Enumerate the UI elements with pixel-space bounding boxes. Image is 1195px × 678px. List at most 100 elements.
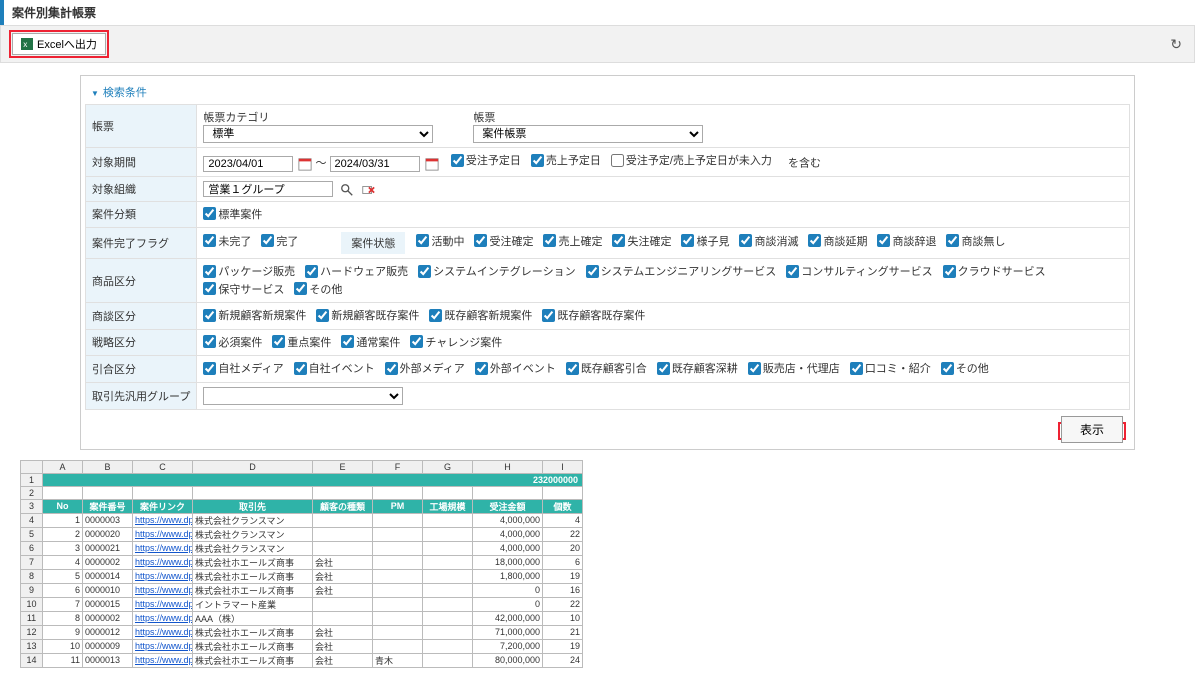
type-checkbox-input[interactable] [203, 207, 216, 220]
inquiry-checkbox-input[interactable] [941, 362, 954, 375]
total-cell[interactable]: 232000000 [43, 473, 583, 486]
negotiation-checkbox[interactable]: 新規顧客新規案件 [203, 307, 306, 323]
grid-cell[interactable]: 0000015 [83, 597, 133, 611]
inquiry-checkbox[interactable]: 自社イベント [294, 360, 375, 376]
inquiry-checkbox-input[interactable] [475, 362, 488, 375]
status-checkbox[interactable]: 商談無し [946, 233, 1005, 249]
grid-cell[interactable]: 4,000,000 [473, 527, 543, 541]
grid-cell[interactable]: 8 [43, 611, 83, 625]
case-link[interactable]: https://www.dp [135, 543, 193, 553]
grid-header-cell[interactable]: PM [373, 499, 423, 513]
inquiry-checkbox-input[interactable] [294, 362, 307, 375]
row-header[interactable]: 14 [21, 653, 43, 667]
grid-header-cell[interactable]: 顧客の種類 [313, 499, 373, 513]
grid-cell[interactable]: https://www.dp [133, 569, 193, 583]
col-header[interactable]: G [423, 460, 473, 473]
status-checkbox-input[interactable] [681, 234, 694, 247]
row-header[interactable]: 3 [21, 499, 43, 513]
strategy-checkbox-input[interactable] [341, 335, 354, 348]
row-header[interactable]: 9 [21, 583, 43, 597]
grid-cell[interactable] [543, 486, 583, 499]
product-checkbox-input[interactable] [418, 265, 431, 278]
grid-cell[interactable]: https://www.dp [133, 653, 193, 667]
negotiation-checkbox-input[interactable] [316, 309, 329, 322]
grid-cell[interactable] [373, 597, 423, 611]
calendar-icon[interactable] [298, 157, 312, 171]
product-checkbox[interactable]: システムエンジニアリングサービス [586, 263, 777, 279]
col-header[interactable]: C [133, 460, 193, 473]
grid-cell[interactable] [423, 639, 473, 653]
grid-cell[interactable]: 会社 [313, 653, 373, 667]
grid-cell[interactable] [373, 583, 423, 597]
status-checkbox-input[interactable] [946, 234, 959, 247]
col-header[interactable]: E [313, 460, 373, 473]
row-header[interactable]: 8 [21, 569, 43, 583]
grid-cell[interactable]: 6 [543, 555, 583, 569]
grid-cell[interactable] [373, 527, 423, 541]
period-checkbox[interactable]: 受注予定/売上予定日が未入力 [611, 152, 772, 168]
status-checkbox-input[interactable] [808, 234, 821, 247]
row-header[interactable]: 6 [21, 541, 43, 555]
grid-cell[interactable]: 3 [43, 541, 83, 555]
excel-export-button[interactable]: x Excelへ出力 [12, 33, 106, 55]
grid-cell[interactable]: 4,000,000 [473, 541, 543, 555]
strategy-checkbox[interactable]: 必須案件 [203, 334, 262, 350]
period-checkbox[interactable]: 売上予定日 [531, 152, 601, 168]
case-link[interactable]: https://www.dp [135, 515, 193, 525]
grid-cell[interactable] [83, 486, 133, 499]
grid-cell[interactable]: 0000013 [83, 653, 133, 667]
product-checkbox-input[interactable] [203, 282, 216, 295]
grid-cell[interactable]: https://www.dp [133, 611, 193, 625]
inquiry-checkbox-input[interactable] [203, 362, 216, 375]
product-checkbox[interactable]: コンサルティングサービス [786, 263, 932, 279]
grid-cell[interactable] [373, 569, 423, 583]
inquiry-checkbox[interactable]: その他 [941, 360, 989, 376]
grid-cell[interactable] [373, 541, 423, 555]
row-header[interactable]: 11 [21, 611, 43, 625]
product-checkbox-input[interactable] [203, 265, 216, 278]
grid-cell[interactable] [313, 486, 373, 499]
grid-cell[interactable] [423, 611, 473, 625]
negotiation-checkbox[interactable]: 既存顧客新規案件 [429, 307, 532, 323]
status-checkbox[interactable]: 活動中 [416, 233, 464, 249]
inquiry-checkbox[interactable]: 自社メディア [203, 360, 283, 376]
grid-cell[interactable]: 1 [43, 513, 83, 527]
grid-cell[interactable]: 4 [543, 513, 583, 527]
grid-cell[interactable]: 0000002 [83, 555, 133, 569]
grid-cell[interactable]: 0 [473, 597, 543, 611]
product-checkbox-input[interactable] [586, 265, 599, 278]
grid-cell[interactable]: 1,800,000 [473, 569, 543, 583]
search-header-toggle[interactable]: 検索条件 [85, 80, 1130, 104]
period-checkbox-input[interactable] [531, 154, 544, 167]
inquiry-checkbox[interactable]: 外部メディア [385, 360, 465, 376]
grid-cell[interactable] [373, 611, 423, 625]
strategy-checkbox[interactable]: チャレンジ案件 [410, 334, 502, 350]
product-checkbox[interactable]: その他 [294, 281, 342, 297]
grid-cell[interactable] [423, 625, 473, 639]
grid-cell[interactable]: 会社 [313, 583, 373, 597]
col-header[interactable]: B [83, 460, 133, 473]
grid-cell[interactable]: 24 [543, 653, 583, 667]
org-input[interactable] [203, 181, 333, 197]
product-checkbox[interactable]: ハードウェア販売 [305, 263, 408, 279]
grid-cell[interactable]: 9 [43, 625, 83, 639]
grid-header-cell[interactable]: 案件リンク [133, 499, 193, 513]
grid-cell[interactable]: 21 [543, 625, 583, 639]
period-checkbox[interactable]: 受注予定日 [451, 152, 521, 168]
period-checkbox-input[interactable] [451, 154, 464, 167]
grid-cell[interactable]: 会社 [313, 569, 373, 583]
grid-cell[interactable]: 2 [43, 527, 83, 541]
inquiry-checkbox-input[interactable] [657, 362, 670, 375]
row-header[interactable]: 13 [21, 639, 43, 653]
status-checkbox-input[interactable] [543, 234, 556, 247]
row-header[interactable]: 2 [21, 486, 43, 499]
case-link[interactable]: https://www.dp [135, 571, 193, 581]
case-link[interactable]: https://www.dp [135, 613, 193, 623]
grid-header-cell[interactable]: 個数 [543, 499, 583, 513]
status-checkbox[interactable]: 様子見 [681, 233, 729, 249]
grid-cell[interactable]: 20 [543, 541, 583, 555]
negotiation-checkbox-input[interactable] [542, 309, 555, 322]
grid-cell[interactable] [423, 583, 473, 597]
product-checkbox[interactable]: パッケージ販売 [203, 263, 295, 279]
grid-cell[interactable]: 10 [543, 611, 583, 625]
